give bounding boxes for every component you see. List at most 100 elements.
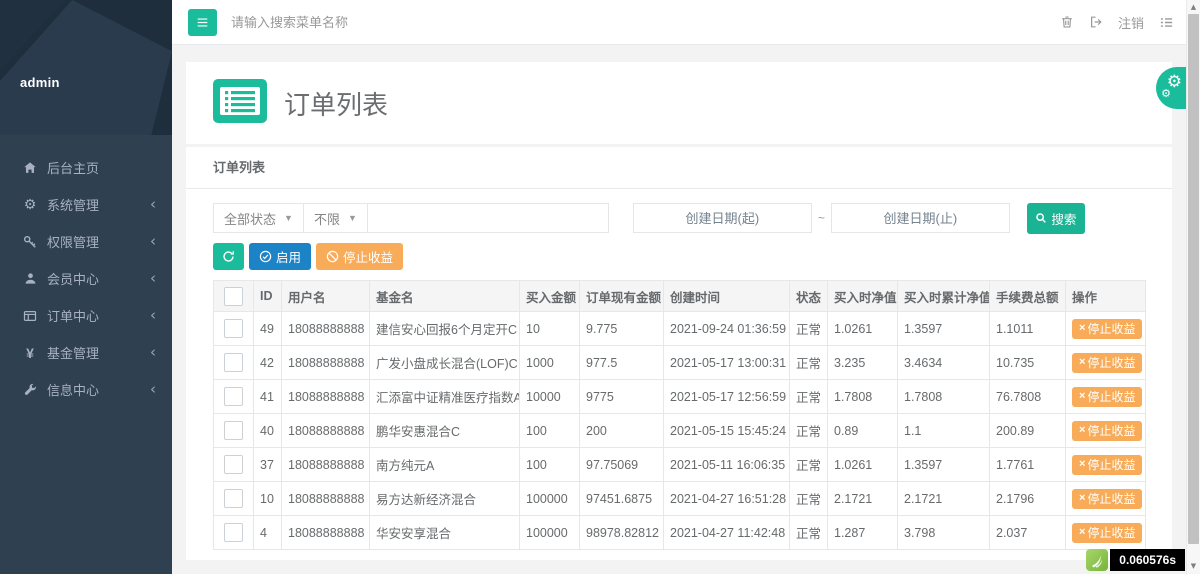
sidebar-item-label: 会员中心	[47, 269, 150, 288]
cell-buy_amount: 100	[520, 414, 580, 448]
sidebar-item-5[interactable]: 订单中心‹	[0, 297, 172, 334]
cell-status: 正常	[790, 380, 828, 414]
cell-username: 18088888888	[282, 482, 370, 516]
stop-button-label: 停止收益	[343, 247, 393, 266]
cell-id: 37	[254, 448, 282, 482]
row-checkbox[interactable]	[224, 387, 243, 406]
sidebar-item-1[interactable]: 后台主页	[0, 149, 172, 186]
sidebar-item-4[interactable]: 会员中心‹	[0, 260, 172, 297]
stop-income-button[interactable]: ×停止收益	[1072, 455, 1142, 475]
stop-income-button[interactable]: ×停止收益	[1072, 523, 1142, 543]
sidebar-item-3[interactable]: 权限管理‹	[0, 223, 172, 260]
status-select[interactable]: 全部状态 ▼	[213, 203, 304, 233]
sidebar: admin 后台主页⚙系统管理‹权限管理‹会员中心‹订单中心‹¥基金管理‹信息中…	[0, 0, 172, 574]
cell-created: 2021-05-11 16:06:35	[664, 448, 790, 482]
x-icon: ×	[1079, 323, 1085, 334]
cell-status: 正常	[790, 312, 828, 346]
cell-username: 18088888888	[282, 380, 370, 414]
row-checkbox-cell	[214, 414, 254, 448]
cell-action: ×停止收益	[1066, 516, 1146, 550]
cell-buy_amount: 100000	[520, 482, 580, 516]
range-select-value: 不限	[314, 209, 340, 228]
panel-title: 订单列表	[186, 147, 1172, 189]
hamburger-icon	[196, 17, 209, 28]
row-checkbox[interactable]	[224, 523, 243, 542]
stop-income-button[interactable]: ×停止收益	[1072, 421, 1142, 441]
table-row: 418088888888华安安享混合10000098978.828122021-…	[214, 516, 1146, 550]
cell-username: 18088888888	[282, 312, 370, 346]
select-all-checkbox[interactable]	[224, 287, 243, 306]
cell-acc_nav: 3.4634	[898, 346, 990, 380]
cogs-icon: ⚙	[22, 197, 38, 213]
enable-button[interactable]: 启用	[249, 243, 311, 270]
cell-buy_amount: 10000	[520, 380, 580, 414]
cell-id: 41	[254, 380, 282, 414]
nav-list-icon[interactable]	[1159, 15, 1174, 30]
cell-created: 2021-04-27 16:51:28	[664, 482, 790, 516]
date-start-input[interactable]	[633, 203, 812, 233]
search-button[interactable]: 搜索	[1027, 203, 1085, 234]
sidebar-item-2[interactable]: ⚙系统管理‹	[0, 186, 172, 223]
cell-acc_nav: 1.3597	[898, 312, 990, 346]
cell-fund: 汇添富中证精准医疗指数A	[370, 380, 520, 414]
sidebar-item-7[interactable]: 信息中心‹	[0, 371, 172, 408]
sidebar-profile: admin	[0, 0, 172, 135]
cell-fund: 广发小盘成长混合(LOF)C	[370, 346, 520, 380]
check-circle-icon	[259, 250, 272, 263]
cell-username: 18088888888	[282, 448, 370, 482]
sign-out-icon[interactable]	[1089, 15, 1103, 29]
row-checkbox[interactable]	[224, 319, 243, 338]
cell-fund: 鹏华安惠混合C	[370, 414, 520, 448]
logout-link[interactable]: 注销	[1118, 13, 1144, 32]
stop-income-bulk-button[interactable]: 停止收益	[316, 243, 403, 270]
date-end-input[interactable]	[831, 203, 1010, 233]
row-checkbox[interactable]	[224, 353, 243, 372]
scrollbar-down-arrow[interactable]: ▼	[1187, 562, 1200, 570]
cell-buy_amount: 100	[520, 448, 580, 482]
stop-income-label: 停止收益	[1087, 459, 1135, 471]
stop-income-button[interactable]: ×停止收益	[1072, 387, 1142, 407]
sidebar-item-label: 系统管理	[47, 195, 150, 214]
hamburger-menu-button[interactable]	[188, 9, 217, 36]
column-header: 基金名	[370, 281, 520, 312]
status-select-value: 全部状态	[224, 209, 276, 228]
debug-toolbar: 0.060576s	[1086, 549, 1185, 571]
keyword-input[interactable]	[367, 203, 609, 233]
refresh-button[interactable]	[213, 243, 244, 270]
cell-created: 2021-05-17 13:00:31	[664, 346, 790, 380]
row-checkbox[interactable]	[224, 489, 243, 508]
scrollbar-thumb[interactable]	[1188, 14, 1199, 544]
column-header: 操作	[1066, 281, 1146, 312]
menu-search-input[interactable]	[229, 14, 553, 31]
cell-buy_amount: 100000	[520, 516, 580, 550]
cell-current_amount: 9.775	[580, 312, 664, 346]
refresh-icon	[222, 250, 235, 263]
cell-id: 49	[254, 312, 282, 346]
stop-income-button[interactable]: ×停止收益	[1072, 353, 1142, 373]
range-select[interactable]: 不限 ▼	[303, 203, 368, 233]
chevron-down-icon: ▼	[348, 213, 357, 223]
chevron-left-icon: ‹	[150, 308, 156, 323]
row-checkbox[interactable]	[224, 455, 243, 474]
page-title: 订单列表	[284, 85, 388, 122]
yen-icon: ¥	[22, 345, 38, 361]
stop-income-button[interactable]: ×停止收益	[1072, 489, 1142, 509]
enable-button-label: 启用	[276, 247, 301, 266]
sidebar-item-label: 基金管理	[47, 343, 150, 362]
cell-fee: 200.89	[990, 414, 1066, 448]
column-header: 状态	[790, 281, 828, 312]
cell-acc_nav: 3.798	[898, 516, 990, 550]
cell-id: 10	[254, 482, 282, 516]
scrollbar-up-arrow[interactable]: ▲	[1187, 3, 1200, 11]
stop-income-button[interactable]: ×停止收益	[1072, 319, 1142, 339]
cell-acc_nav: 1.3597	[898, 448, 990, 482]
thinkphp-logo-icon[interactable]	[1086, 549, 1108, 571]
cell-created: 2021-09-24 01:36:59	[664, 312, 790, 346]
sidebar-item-6[interactable]: ¥基金管理‹	[0, 334, 172, 371]
page-load-time-badge[interactable]: 0.060576s	[1110, 549, 1185, 571]
trash-icon[interactable]	[1060, 15, 1074, 29]
page-header-card: 订单列表	[186, 62, 1172, 144]
x-icon: ×	[1079, 459, 1085, 470]
row-checkbox[interactable]	[224, 421, 243, 440]
sidebar-item-label: 信息中心	[47, 380, 150, 399]
